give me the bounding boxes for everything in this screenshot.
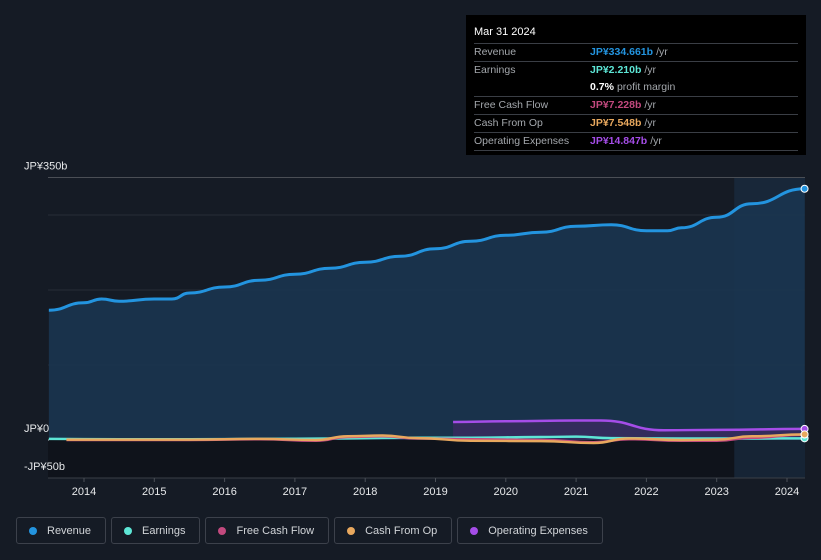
- legend-label: Cash From Op: [365, 524, 438, 537]
- tooltip-value: JP¥7.548b: [590, 117, 642, 129]
- legend-dot-icon: [29, 526, 37, 535]
- x-tick-label: 2021: [564, 486, 588, 498]
- legend-item-free-cash-flow[interactable]: Free Cash Flow: [205, 517, 330, 544]
- tooltip-label: Revenue: [474, 46, 517, 58]
- x-tick-label: 2014: [72, 486, 96, 498]
- legend-item-operating-expenses[interactable]: Operating Expenses: [457, 517, 603, 544]
- tooltip-value: JP¥7.228b: [590, 99, 642, 111]
- x-tick-label: 2020: [494, 486, 518, 498]
- tooltip-value: 0.7%: [590, 81, 614, 93]
- legend-label: Free Cash Flow: [236, 524, 315, 537]
- legend-label: Earnings: [142, 524, 186, 537]
- y-tick-label: -JP¥50b: [24, 461, 65, 473]
- tooltip-date: Mar 31 2024: [474, 23, 798, 44]
- legend-item-cash-from-op[interactable]: Cash From Op: [334, 517, 453, 544]
- x-tick-label: 2019: [423, 486, 447, 498]
- tooltip-label: Free Cash Flow: [474, 99, 549, 111]
- x-tick-label: 2015: [142, 486, 166, 498]
- tooltip-label: Cash From Op: [474, 117, 543, 129]
- plot-background-below-zero: [48, 440, 805, 478]
- marker-revenue: [800, 184, 809, 193]
- tooltip-label: Earnings: [474, 64, 516, 76]
- tooltip-unit: /yr: [644, 64, 657, 76]
- legend-item-earnings[interactable]: Earnings: [111, 517, 201, 544]
- tooltip-unit: /yr: [644, 99, 657, 111]
- legend-label: Operating Expenses: [488, 524, 588, 537]
- legend: Revenue Earnings Free Cash Flow Cash From O…: [16, 517, 603, 544]
- legend-item-revenue[interactable]: Revenue: [16, 517, 107, 544]
- tooltip-row: Free Cash Flow JP¥7.228b/yr: [474, 97, 798, 115]
- tooltip-unit: /yr: [644, 117, 657, 129]
- tooltip-row: Revenue JP¥334.661b/yr: [474, 44, 798, 62]
- legend-label: Revenue: [47, 524, 92, 537]
- tooltip-value: JP¥2.210b: [590, 64, 642, 76]
- x-tick-label: 2024: [775, 486, 799, 498]
- x-tick-label: 2017: [283, 486, 307, 498]
- y-tick-label: JP¥0: [24, 423, 49, 435]
- tooltip-row: 0.7% profit margin: [474, 79, 798, 97]
- legend-dot-icon: [470, 526, 479, 535]
- x-tick-label: 2023: [704, 486, 728, 498]
- marker-cash-from-op: [800, 430, 809, 439]
- tooltip-unit: /yr: [650, 135, 662, 147]
- tooltip-label: Operating Expenses: [474, 135, 570, 147]
- tooltip: Mar 31 2024 Revenue JP¥334.661b/yr Earning…: [466, 15, 806, 155]
- tooltip-unit: /yr: [656, 46, 668, 58]
- legend-dot-icon: [347, 526, 356, 535]
- x-tick-label: 2018: [353, 486, 377, 498]
- tooltip-row: Operating Expenses JP¥14.847b/yr: [474, 133, 798, 151]
- tooltip-value: JP¥14.847b: [590, 135, 648, 147]
- tooltip-row: Cash From Op JP¥7.548b/yr: [474, 115, 798, 133]
- tooltip-value: JP¥334.661b: [590, 46, 654, 58]
- legend-dot-icon: [218, 526, 227, 535]
- tooltip-row: Earnings JP¥2.210b/yr: [474, 62, 798, 79]
- y-tick-label: JP¥350b: [24, 161, 67, 173]
- x-tick-label: 2016: [212, 486, 236, 498]
- x-tick-label: 2022: [634, 486, 658, 498]
- legend-dot-icon: [124, 526, 133, 535]
- tooltip-unit: profit margin: [616, 81, 676, 93]
- tooltip-label: [474, 79, 590, 96]
